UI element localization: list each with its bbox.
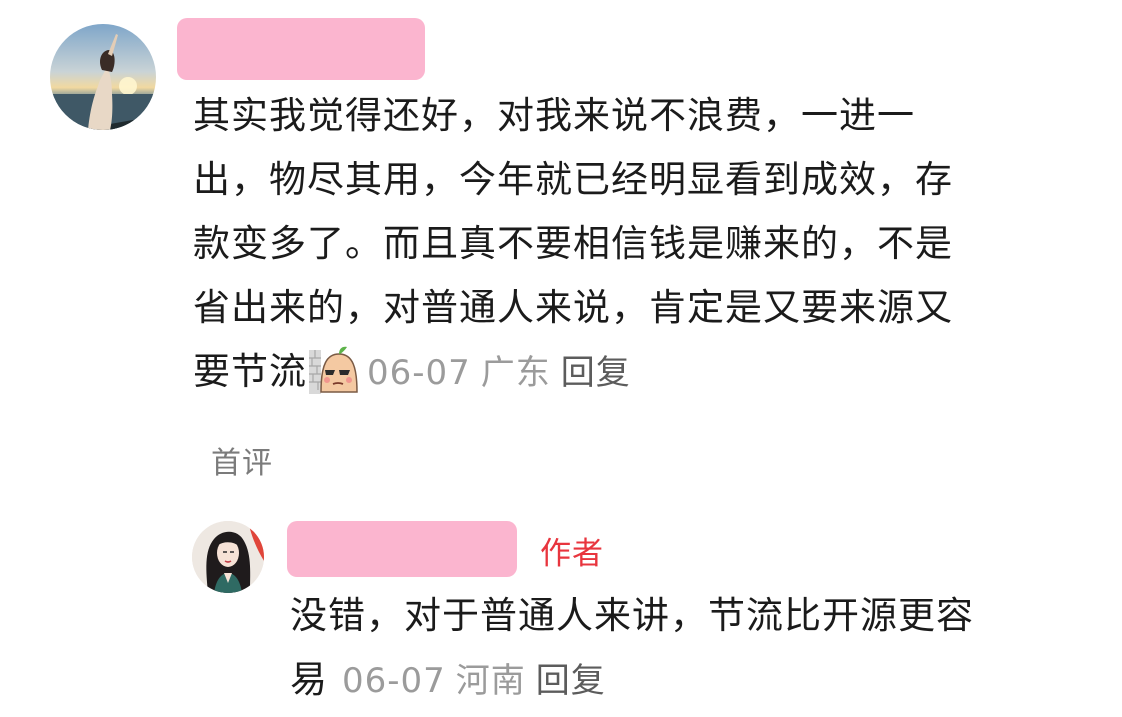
reply-meta: 06-07 河南 回复	[342, 661, 606, 701]
commenter-username-redacted[interactable]	[177, 18, 425, 80]
first-comment-tag: 首评	[211, 446, 273, 481]
reply-line: 没错，对于普通人来讲，节流比开源更容	[290, 594, 974, 637]
author-avatar[interactable]	[192, 521, 264, 593]
commenter-avatar[interactable]	[50, 24, 156, 130]
reply-reply-button[interactable]: 回复	[536, 661, 606, 701]
comment-line: 其实我觉得还好，对我来说不浪费，一进一	[193, 94, 915, 137]
reply-date: 06-07	[342, 661, 446, 701]
peeking-potato-sticker-icon	[309, 344, 361, 394]
illustrated-woman-icon	[192, 521, 264, 593]
comment-location: 广东	[480, 353, 551, 393]
reply-line: 易	[290, 658, 328, 701]
reply-location: 河南	[455, 661, 526, 701]
comment-line: 款变多了。而且真不要相信钱是赚来的，不是	[193, 222, 953, 265]
comment-line: 要节流	[193, 350, 307, 393]
comment-line: 出，物尽其用，今年就已经明显看到成效，存	[193, 158, 953, 201]
reply-body: 没错，对于普通人来讲，节流比开源更容 易 06-07 河南 回复	[290, 584, 1080, 713]
comment-line: 省出来的，对普通人来说，肯定是又要来源又	[193, 286, 953, 329]
comment-meta: 06-07 广东 回复	[367, 353, 631, 393]
comment-reply-button[interactable]: 回复	[561, 353, 631, 393]
author-username-redacted[interactable]	[287, 521, 517, 577]
comment-last-line: 要节流 06-07 广东 回复	[193, 340, 1063, 405]
sunset-photo-icon	[50, 24, 156, 130]
comment-body: 其实我觉得还好，对我来说不浪费，一进一 出，物尽其用，今年就已经明显看到成效，存…	[193, 84, 1063, 405]
comment-date: 06-07	[367, 353, 471, 393]
reply-last-line: 易 06-07 河南 回复	[290, 648, 1080, 713]
author-badge: 作者	[540, 536, 604, 572]
